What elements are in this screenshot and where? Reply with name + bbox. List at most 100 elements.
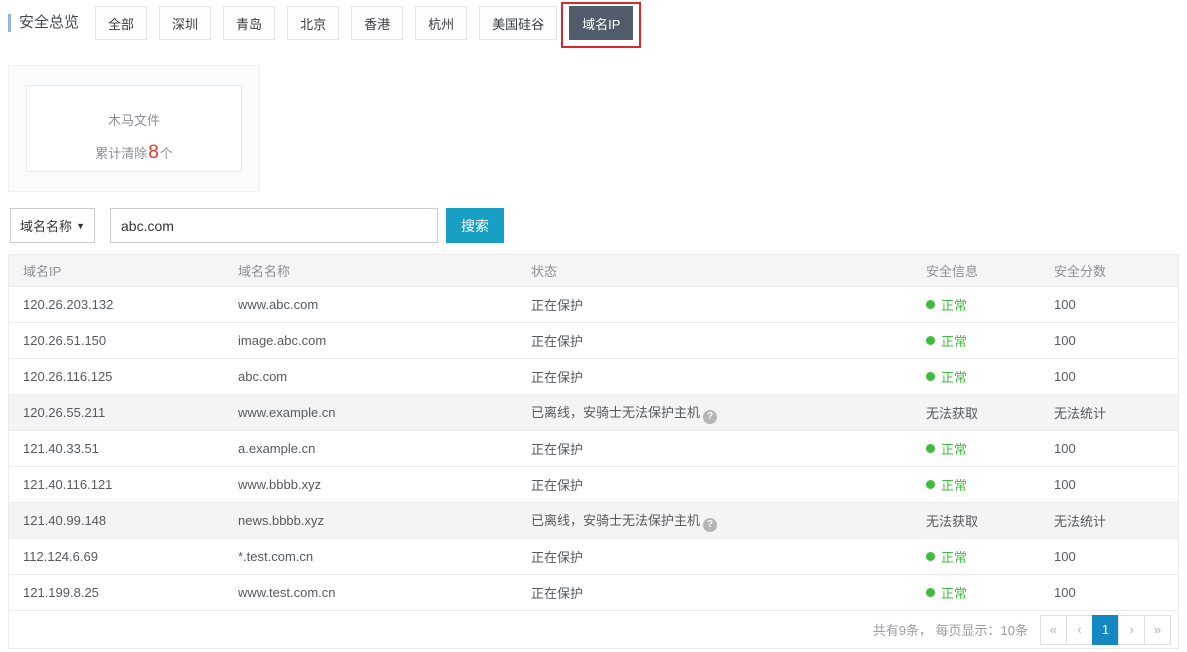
cell-security-score: 100 [1040, 441, 1178, 456]
page-title: 安全总览 [8, 14, 79, 32]
table-row: 121.40.116.121 www.bbbb.xyz 正在保护? 正常 100 [9, 466, 1178, 502]
cleared-unit: 个 [160, 146, 173, 161]
cell-status: 正在保护? [517, 583, 912, 602]
trojan-summary-panel: 木马文件 累计清除8个 [8, 65, 260, 192]
cell-status: 正在保护? [517, 367, 912, 386]
cell-security-score: 100 [1040, 477, 1178, 492]
pagination-prev[interactable]: ‹ [1066, 615, 1093, 645]
status-normal-dot [926, 588, 935, 597]
cell-status: 正在保护? [517, 295, 912, 314]
cell-domain-name: www.bbbb.xyz [224, 477, 517, 492]
region-tab-label: 青岛 [236, 14, 262, 33]
trojan-cleared-line: 累计清除8个 [27, 142, 241, 164]
status-normal-dot [926, 552, 935, 561]
cell-security-score: 100 [1040, 369, 1178, 384]
pagination-page-1[interactable]: 1 [1092, 615, 1119, 645]
table-row: 120.26.55.211 www.example.cn 已离线，安骑士无法保护… [9, 394, 1178, 430]
cell-domain-name: www.abc.com [224, 297, 517, 312]
search-input[interactable] [110, 208, 438, 243]
cleared-count: 8 [147, 142, 160, 163]
col-header-domain-name: 域名名称 [224, 261, 517, 280]
pagination-last[interactable]: » [1144, 615, 1171, 645]
col-header-domain-ip: 域名IP [9, 261, 224, 280]
domain-table: 域名IP 域名名称 状态 安全信息 安全分数 120.26.203.132 ww… [8, 254, 1179, 649]
cell-domain-ip: 120.26.203.132 [9, 297, 224, 312]
status-text: 已离线，安骑士无法保护主机 [531, 405, 700, 420]
help-icon[interactable]: ? [703, 518, 717, 532]
region-tab[interactable]: 美国硅谷 [479, 6, 557, 40]
cell-domain-name: www.test.com.cn [224, 585, 517, 600]
col-header-security-info: 安全信息 [912, 261, 1040, 280]
cell-security-score: 无法统计 [1040, 403, 1178, 422]
region-tab[interactable]: 香港 [351, 6, 403, 40]
region-tab[interactable]: 北京 [287, 6, 339, 40]
region-tab[interactable]: 全部 [95, 6, 147, 40]
pagination-next[interactable]: › [1118, 615, 1145, 645]
status-normal-dot [926, 300, 935, 309]
table-row: 120.26.51.150 image.abc.com 正在保护? 正常 100 [9, 322, 1178, 358]
status-text: 正在保护 [531, 550, 583, 565]
cell-security-info: 正常 [912, 475, 1040, 494]
status-normal-dot [926, 372, 935, 381]
table-row: 120.26.116.125 abc.com 正在保护? 正常 100 [9, 358, 1178, 394]
region-tab[interactable]: 杭州 [415, 6, 467, 40]
status-text: 正在保护 [531, 478, 583, 493]
table-row: 121.40.99.148 news.bbbb.xyz 已离线，安骑士无法保护主… [9, 502, 1178, 538]
cell-security-info: 无法获取 [912, 511, 1040, 530]
cell-domain-name: www.example.cn [224, 405, 517, 420]
cell-domain-ip: 121.40.116.121 [9, 477, 224, 492]
cell-security-score: 100 [1040, 549, 1178, 564]
table-footer: 共有9条， 每页显示：10条 « ‹ 1 › » [9, 610, 1178, 648]
cell-security-score: 100 [1040, 333, 1178, 348]
table-header-row: 域名IP 域名名称 状态 安全信息 安全分数 [9, 255, 1178, 286]
table-row: 120.26.203.132 www.abc.com 正在保护? 正常 100 [9, 286, 1178, 322]
chevron-down-icon: ▼ [76, 221, 85, 231]
trojan-summary-card: 木马文件 累计清除8个 [26, 85, 242, 172]
cell-domain-ip: 120.26.51.150 [9, 333, 224, 348]
cell-security-score: 100 [1040, 585, 1178, 600]
domain-filter-select[interactable]: 域名名称 ▼ [10, 208, 95, 243]
region-tab-label: 北京 [300, 14, 326, 33]
cell-security-info: 正常 [912, 331, 1040, 350]
search-button[interactable]: 搜索 [446, 208, 504, 243]
region-tab-label: 域名IP [582, 14, 620, 33]
cell-security-score: 无法统计 [1040, 511, 1178, 530]
trojan-card-title: 木马文件 [27, 110, 241, 129]
region-tab[interactable]: 青岛 [223, 6, 275, 40]
cell-security-info: 无法获取 [912, 403, 1040, 422]
status-normal-dot [926, 480, 935, 489]
col-header-status: 状态 [517, 261, 912, 280]
cell-status: 已离线，安骑士无法保护主机? [517, 402, 912, 424]
region-tabs: 全部 深圳 青岛 北京 香港 杭州 美国硅谷 域名IP [95, 6, 633, 40]
search-bar: 域名名称 ▼ 搜索 [10, 208, 1187, 243]
security-info-text: 正常 [941, 439, 967, 458]
cell-domain-ip: 120.26.55.211 [9, 405, 224, 420]
region-tab-label: 杭州 [428, 14, 454, 33]
table-body: 120.26.203.132 www.abc.com 正在保护? 正常 100 … [9, 286, 1178, 610]
region-tab[interactable]: 域名IP [569, 6, 633, 40]
status-text: 正在保护 [531, 442, 583, 457]
table-row: 121.40.33.51 a.example.cn 正在保护? 正常 100 [9, 430, 1178, 466]
cell-domain-name: a.example.cn [224, 441, 517, 456]
region-tab-label: 深圳 [172, 14, 198, 33]
cell-security-info: 正常 [912, 583, 1040, 602]
pagination: « ‹ 1 › » [1041, 615, 1171, 645]
cell-security-score: 100 [1040, 297, 1178, 312]
status-text: 正在保护 [531, 586, 583, 601]
help-icon[interactable]: ? [703, 410, 717, 424]
cell-status: 正在保护? [517, 547, 912, 566]
status-text: 已离线，安骑士无法保护主机 [531, 513, 700, 528]
cell-security-info: 正常 [912, 295, 1040, 314]
cell-status: 正在保护? [517, 331, 912, 350]
table-row: 121.199.8.25 www.test.com.cn 正在保护? 正常 10… [9, 574, 1178, 610]
status-text: 正在保护 [531, 334, 583, 349]
status-text: 正在保护 [531, 370, 583, 385]
pagination-first[interactable]: « [1040, 615, 1067, 645]
cell-status: 正在保护? [517, 475, 912, 494]
security-info-text: 无法获取 [926, 511, 978, 530]
security-info-text: 无法获取 [926, 403, 978, 422]
status-text: 正在保护 [531, 298, 583, 313]
region-tab[interactable]: 深圳 [159, 6, 211, 40]
region-tab-label: 香港 [364, 14, 390, 33]
cell-security-info: 正常 [912, 439, 1040, 458]
